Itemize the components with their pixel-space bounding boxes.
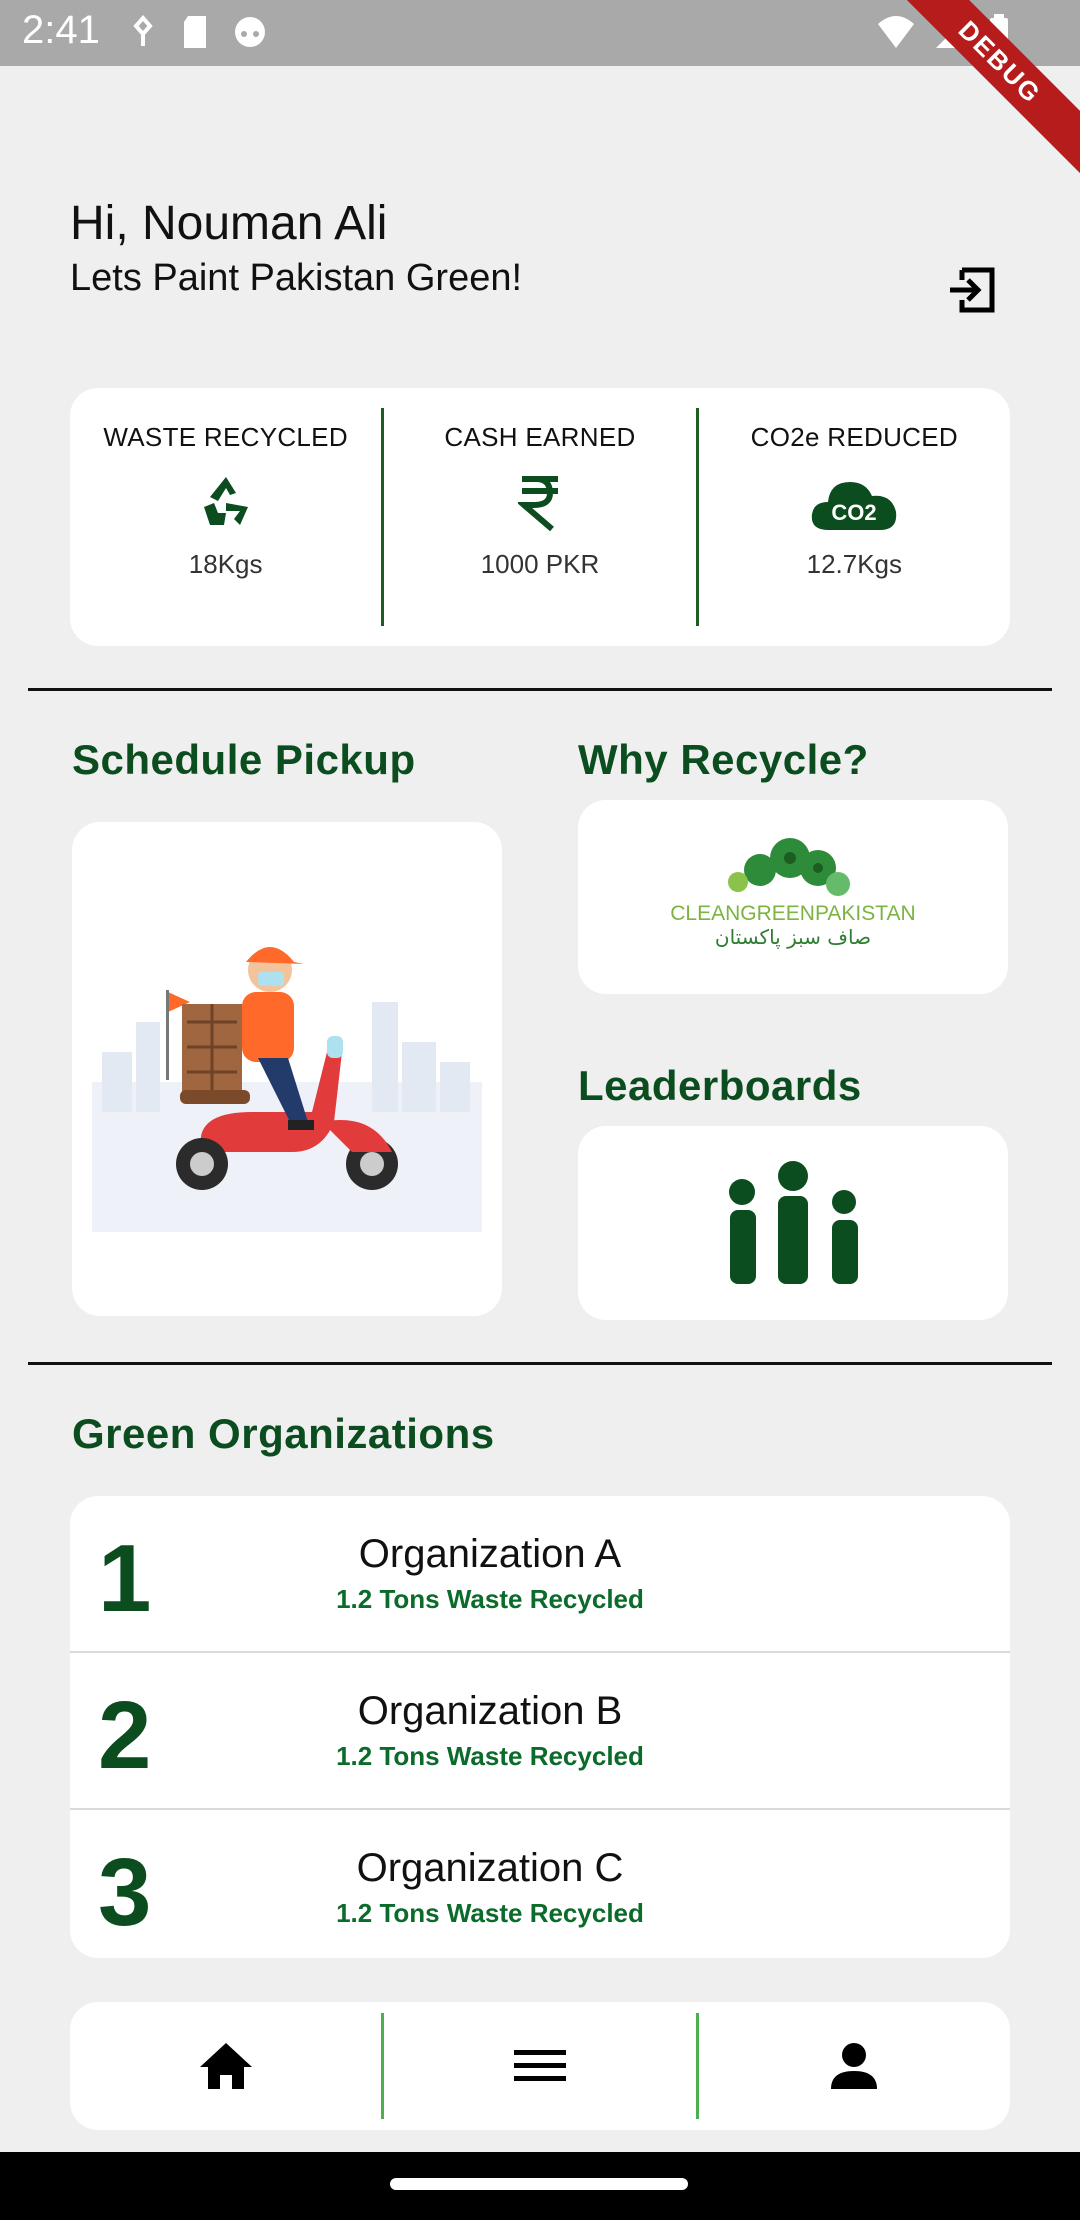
organization-name: Organization C [356, 1846, 624, 1890]
stat-co2-reduced: CO2e REDUCED CO2 12.7Kgs [699, 388, 1010, 646]
system-navigation-bar [0, 2152, 1080, 2220]
organization-detail: 1.2 Tons Waste Recycled [336, 1898, 644, 1928]
menu-icon [513, 2050, 566, 2081]
organization-row[interactable]: 1 Organization A 1.2 Tons Waste Recycled [70, 1496, 1010, 1653]
why-recycle-card[interactable]: CLEANGREENPAKISTAN صاف سبز پاکستان [578, 800, 1008, 994]
sd-card-icon [184, 16, 206, 48]
person-icon [831, 2043, 878, 2089]
logout-icon[interactable] [944, 262, 1000, 318]
svg-text:صاف سبز پاکستان: صاف سبز پاکستان [715, 925, 871, 950]
stats-card: WASTE RECYCLED 18Kgs CASH EARNED 1000 PK… [70, 388, 1010, 646]
clean-green-pakistan-logo: CLEANGREENPAKISTAN صاف سبز پاکستان [670, 838, 916, 950]
greeting-block: Hi, Nouman Ali Lets Paint Pakistan Green… [70, 196, 522, 300]
nav-profile[interactable] [699, 2002, 1010, 2130]
rupee-icon [517, 476, 558, 532]
green-organizations-title: Green Organizations [72, 1410, 495, 1457]
stat-label: CASH EARNED [444, 422, 636, 452]
nav-menu[interactable] [384, 2002, 695, 2130]
leaderboards-card[interactable] [578, 1126, 1008, 1320]
divider-line [28, 1362, 1052, 1365]
co2-cloud-icon: CO2 [812, 482, 897, 530]
svg-text:CO2: CO2 [832, 500, 877, 525]
home-icon [199, 2043, 252, 2089]
stat-value: 12.7Kgs [806, 549, 903, 579]
organization-row[interactable]: 3 Organization C 1.2 Tons Waste Recycled [70, 1810, 1010, 1958]
organizations-list: 1 Organization A 1.2 Tons Waste Recycled… [70, 1496, 1010, 1958]
stat-cash-earned: CASH EARNED 1000 PKR [384, 388, 695, 646]
schedule-pickup-card[interactable] [72, 822, 502, 1316]
wifi-icon [878, 16, 914, 48]
leaderboards-title: Leaderboards [578, 1062, 862, 1109]
stat-waste-recycled: WASTE RECYCLED 18Kgs [70, 388, 381, 646]
organization-name: Organization A [358, 1532, 622, 1576]
delivery-scooter-illustration [92, 947, 482, 1232]
organization-row[interactable]: 2 Organization B 1.2 Tons Waste Recycled [70, 1653, 1010, 1810]
nav-home[interactable] [70, 2002, 381, 2130]
organization-detail: 1.2 Tons Waste Recycled [336, 1741, 644, 1771]
svg-text:CLEANGREENPAKISTAN: CLEANGREENPAKISTAN [670, 902, 915, 925]
android-face-icon [235, 17, 265, 47]
bottom-navigation [70, 2002, 1010, 2130]
status-time: 2:41 [22, 8, 100, 52]
organization-detail: 1.2 Tons Waste Recycled [336, 1584, 644, 1614]
schedule-pickup-title: Schedule Pickup [72, 736, 416, 783]
stat-label: WASTE RECYCLED [103, 422, 348, 452]
people-group-icon [729, 1161, 858, 1284]
stat-value: 1000 PKR [480, 549, 600, 579]
usb-debug-icon [133, 14, 153, 46]
organization-name: Organization B [357, 1689, 623, 1733]
greeting-title: Hi, Nouman Ali [70, 197, 388, 250]
recycle-icon [203, 477, 248, 525]
greeting-tagline: Lets Paint Pakistan Green! [70, 257, 523, 299]
why-recycle-title: Why Recycle? [578, 736, 869, 783]
stat-value: 18Kgs [188, 549, 263, 579]
stat-label: CO2e REDUCED [750, 422, 958, 452]
divider-line [28, 688, 1052, 691]
home-gesture-pill[interactable] [390, 2178, 688, 2190]
